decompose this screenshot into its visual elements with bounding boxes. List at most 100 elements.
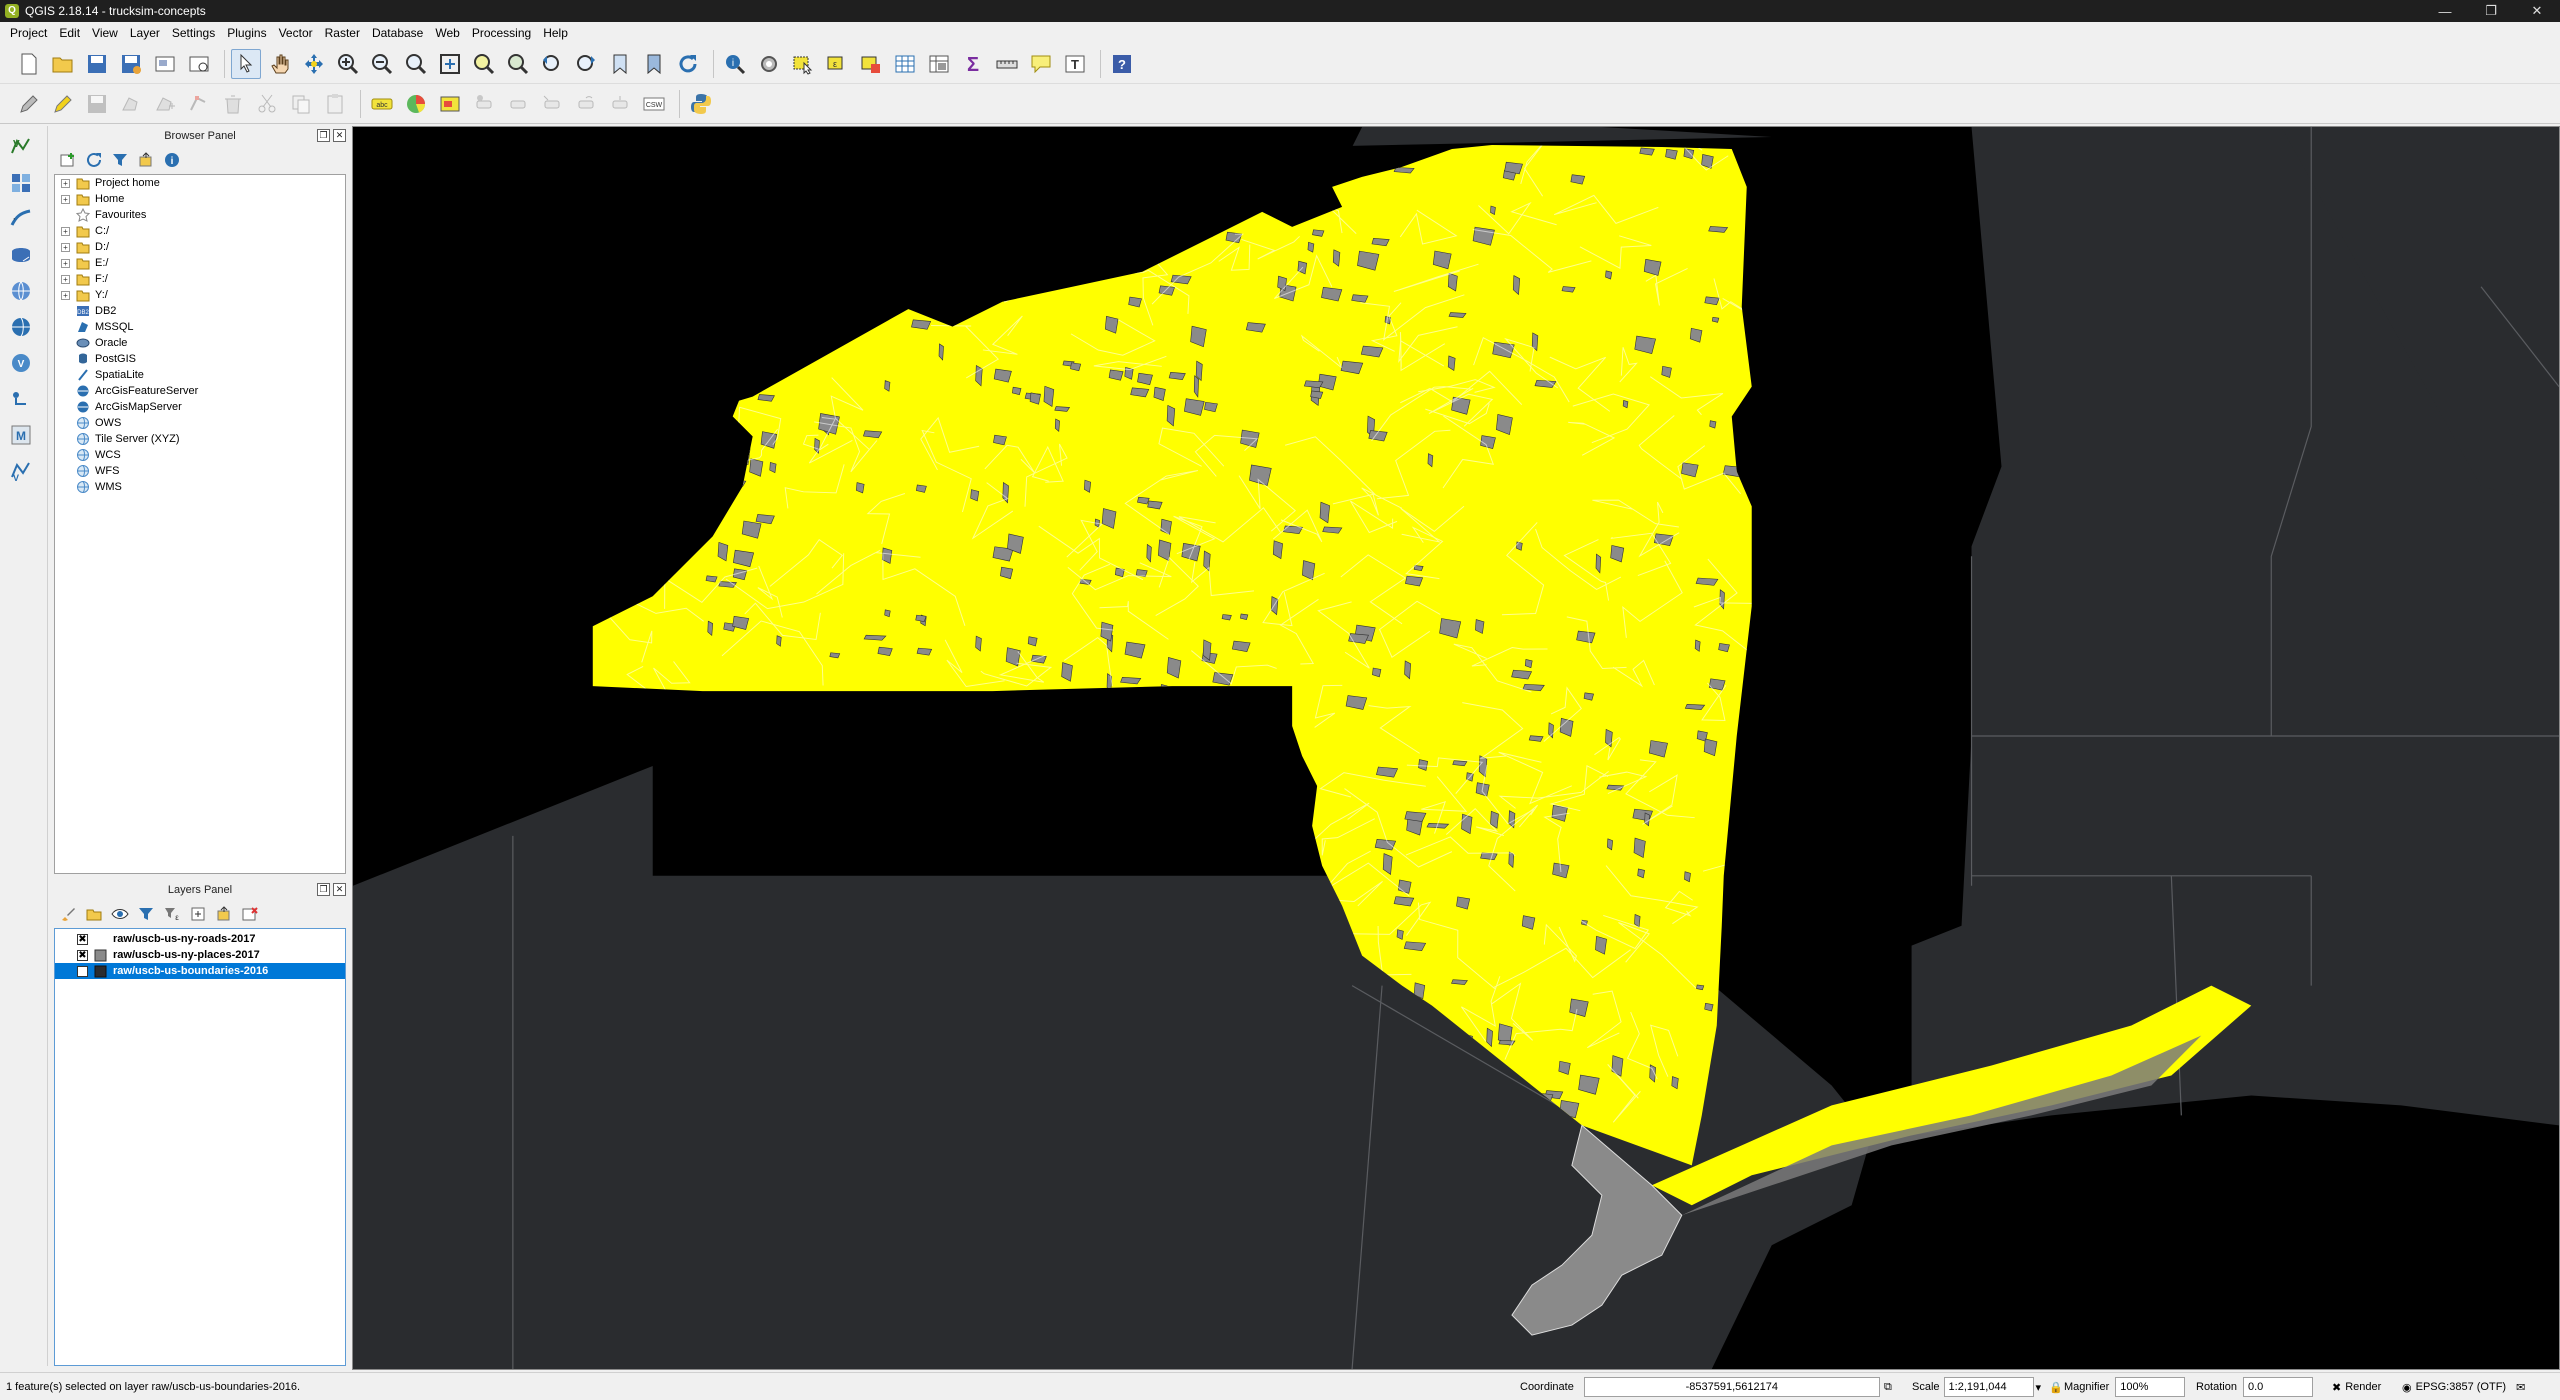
add-raster-layer-button[interactable] [6, 168, 36, 198]
menu-help[interactable]: Help [537, 26, 574, 40]
remove-layer-button[interactable] [240, 904, 260, 924]
new-print-composer-button[interactable] [150, 49, 180, 79]
zoom-next-button[interactable] [571, 49, 601, 79]
zoom-full-button[interactable] [435, 49, 465, 79]
delete-selected-button[interactable] [218, 89, 248, 119]
measure-line-button[interactable] [992, 49, 1022, 79]
add-wms-layer-button[interactable] [6, 276, 36, 306]
expand-toggle[interactable]: + [61, 274, 70, 284]
menu-view[interactable]: View [86, 26, 124, 40]
manage-map-themes-button[interactable] [110, 904, 130, 924]
add-group-button[interactable] [84, 904, 104, 924]
pin-labels-button[interactable] [469, 89, 499, 119]
browser-item[interactable]: + F:/ [55, 271, 345, 287]
deselect-features-button[interactable] [856, 49, 886, 79]
browser-item[interactable]: + Y:/ [55, 287, 345, 303]
browser-item[interactable]: Favourites [55, 207, 345, 223]
browser-item[interactable]: ArcGisMapServer [55, 399, 345, 415]
expand-toggle[interactable]: + [61, 290, 70, 300]
save-project-button[interactable] [82, 49, 112, 79]
expand-toggle[interactable]: + [61, 258, 70, 268]
cut-features-button[interactable] [252, 89, 282, 119]
paste-features-button[interactable] [320, 89, 350, 119]
zoom-in-button[interactable] [333, 49, 363, 79]
browser-item[interactable]: + D:/ [55, 239, 345, 255]
select-by-expression-button[interactable]: ε [822, 49, 852, 79]
menu-web[interactable]: Web [429, 26, 465, 40]
add-feature-button[interactable] [116, 89, 146, 119]
layer-visibility-checkbox[interactable]: ✖ [77, 949, 88, 961]
expand-toggle[interactable]: + [61, 242, 70, 252]
render-checkbox[interactable]: ✖ [2332, 1381, 2341, 1394]
show-statistical-summary-button[interactable]: Σ [958, 49, 988, 79]
browser-item[interactable]: Tile Server (XYZ) [55, 431, 345, 447]
new-shapefile-button[interactable]: V [6, 456, 36, 486]
add-delimited-text-button[interactable]: , [6, 204, 36, 234]
browser-item[interactable]: + E:/ [55, 255, 345, 271]
browser-item[interactable]: WMS [55, 479, 345, 495]
layer-visibility-checkbox[interactable]: ✖ [77, 965, 88, 977]
minimize-button[interactable]: — [2422, 0, 2468, 22]
float-panel-button[interactable]: ❐ [317, 883, 330, 896]
add-selected-layers-button[interactable] [58, 150, 78, 170]
refresh-button[interactable] [673, 49, 703, 79]
pan-map-button[interactable] [265, 49, 295, 79]
filter-legend-button[interactable] [136, 904, 156, 924]
zoom-out-button[interactable] [367, 49, 397, 79]
filter-by-expression-button[interactable]: ε [162, 904, 182, 924]
browser-item[interactable]: SpatiaLite [55, 367, 345, 383]
layer-row[interactable]: ✖ raw/uscb-us-ny-places-2017 [55, 947, 345, 963]
open-layer-styling-button[interactable] [58, 904, 78, 924]
expand-toggle[interactable]: + [61, 194, 70, 204]
coordinate-field[interactable]: -8537591,5612174 [1583, 1377, 1880, 1397]
run-feature-action-button[interactable] [754, 49, 784, 79]
rotation-spinbox[interactable]: 0.0 [2242, 1377, 2313, 1397]
chevron-down-icon[interactable]: ▾ [2036, 1381, 2042, 1394]
browser-item[interactable]: Oracle [55, 335, 345, 351]
python-console-button[interactable] [686, 89, 716, 119]
add-wcs-layer-button[interactable] [6, 312, 36, 342]
zoom-to-layer-button[interactable] [503, 49, 533, 79]
scale-combobox[interactable]: 1:2,191,044 [1943, 1377, 2034, 1397]
filter-browser-button[interactable] [110, 150, 130, 170]
float-panel-button[interactable]: ❐ [317, 129, 330, 142]
expand-all-button[interactable] [188, 904, 208, 924]
menu-database[interactable]: Database [366, 26, 429, 40]
menu-processing[interactable]: Processing [466, 26, 537, 40]
composer-manager-button[interactable] [184, 49, 214, 79]
current-edits-button[interactable] [14, 89, 44, 119]
browser-item[interactable]: ArcGisFeatureServer [55, 383, 345, 399]
zoom-to-selection-button[interactable] [469, 49, 499, 79]
show-hide-labels-button[interactable] [503, 89, 533, 119]
save-layer-edits-button[interactable] [82, 89, 112, 119]
highlight-pinned-labels-button[interactable] [435, 89, 465, 119]
layer-row[interactable]: ✖ raw/uscb-us-boundaries-2016 [55, 963, 345, 979]
browser-item[interactable]: DB2 DB2 [55, 303, 345, 319]
node-tool-button[interactable] [184, 89, 214, 119]
menu-raster[interactable]: Raster [319, 26, 366, 40]
restore-button[interactable]: ❐ [2468, 0, 2514, 22]
menu-project[interactable]: Project [4, 26, 53, 40]
save-as-button[interactable] [116, 49, 146, 79]
add-vector-layer-button[interactable]: V [6, 132, 36, 162]
magnifier-spinbox[interactable]: 100% [2115, 1377, 2186, 1397]
menu-layer[interactable]: Layer [124, 26, 166, 40]
collapse-all-button[interactable] [136, 150, 156, 170]
collapse-all-layers-button[interactable] [214, 904, 234, 924]
browser-item[interactable]: + Home [55, 191, 345, 207]
zoom-actual-size-button[interactable] [401, 49, 431, 79]
layers-tree[interactable]: ✖ raw/uscb-us-ny-roads-2017 ✖ raw/uscb-us-n… [54, 928, 346, 1366]
layer-row[interactable]: ✖ raw/uscb-us-ny-roads-2017 [55, 931, 345, 947]
move-feature-button[interactable] [150, 89, 180, 119]
lock-icon[interactable]: 🔒 [2049, 1381, 2063, 1394]
extents-toggle[interactable]: ⧉ [1884, 1377, 1892, 1397]
zoom-last-button[interactable] [537, 49, 567, 79]
csw-button[interactable]: CSW [639, 89, 669, 119]
add-virtual-layer-button[interactable] [6, 384, 36, 414]
layer-diagram-button[interactable] [401, 89, 431, 119]
expand-toggle[interactable]: + [61, 178, 70, 188]
toggle-editing-button[interactable] [48, 89, 78, 119]
show-bookmarks-button[interactable] [639, 49, 669, 79]
menu-plugins[interactable]: Plugins [221, 26, 272, 40]
browser-item[interactable]: MSSQL [55, 319, 345, 335]
